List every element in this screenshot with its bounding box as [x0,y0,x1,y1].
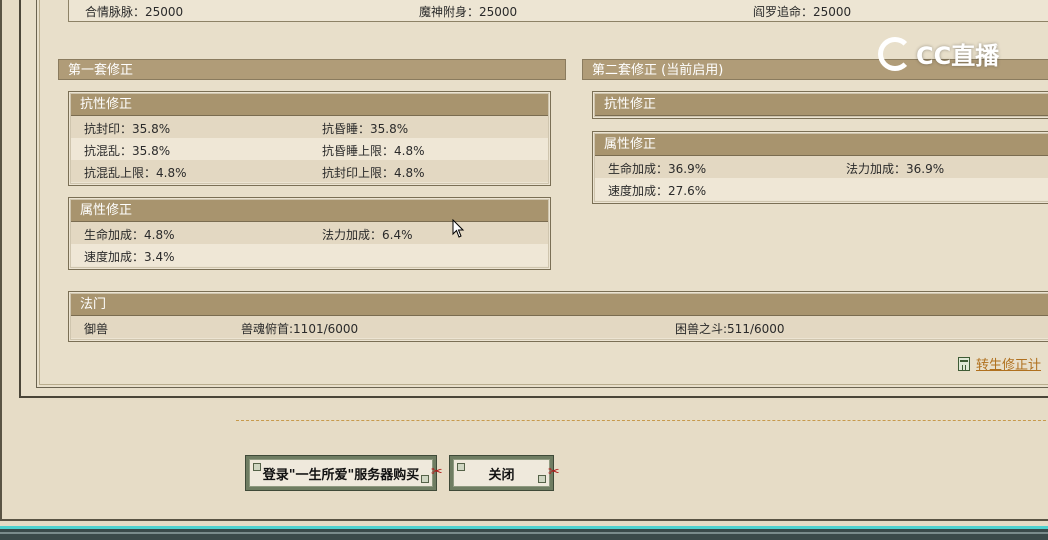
set2-attr-title: 属性修正 [595,134,1048,156]
mouse-cursor-icon [452,219,465,238]
top-skill-1: 合情脉脉：25000 [85,5,184,19]
set2-resist-title: 抗性修正 [595,94,1048,116]
divider [236,420,1048,421]
close-button[interactable]: 关闭 [449,455,554,491]
set1-attr-cell: 生命加成：4.8% [84,228,175,242]
famen-item-2: 困兽之斗:511/6000 [675,322,785,336]
calculator-icon [958,357,970,371]
set1-attr-cell: 法力加成：6.4% [322,228,413,242]
set1-attr-row: 速度加成：3.4% [71,244,548,266]
logo-text: CC直播 [916,42,1000,70]
set1-resist-row: 抗混乱：35.8% 抗昏睡上限：4.8% [71,138,548,160]
set1-resist-cell: 抗混乱：35.8% [84,144,171,158]
top-skill-row: 合情脉脉：25000 魔神附身：25000 阎罗追命：25000 [68,0,1048,22]
set2-attr-box: 属性修正 生命加成：36.9% 法力加成：36.9% 速度加成：27.6% [592,131,1048,204]
set2-attr-cell: 生命加成：36.9% [608,162,707,176]
cc-logo-icon [878,36,912,71]
set2-resist-box: 抗性修正 [592,91,1048,119]
set2-attr-row: 生命加成：36.9% 法力加成：36.9% [595,156,1048,178]
ribbon-icon: ✂ [431,464,443,480]
set1-resist-cell: 抗昏睡：35.8% [322,122,409,136]
bottom-bar [0,526,1048,540]
top-skill-2: 魔神附身：25000 [419,5,518,19]
set1-resist-cell: 抗混乱上限：4.8% [84,166,187,180]
rebirth-calc-label: 转生修正计 [976,358,1042,373]
famen-box: 法门 御兽 兽魂俯首:1101/6000 困兽之斗:511/6000 [68,291,1048,342]
set1-resist-box: 抗性修正 抗封印：35.8% 抗昏睡：35.8% 抗混乱：35.8% 抗昏睡上限… [68,91,551,186]
set1-resist-cell: 抗昏睡上限：4.8% [322,144,425,158]
famen-title: 法门 [71,294,1048,316]
set2-attr-cell: 法力加成：36.9% [846,162,945,176]
set1-attr-box: 属性修正 生命加成：4.8% 法力加成：6.4% 速度加成：3.4% [68,197,551,270]
set1-attr-cell: 速度加成：3.4% [84,250,175,264]
set2-attr-cell: 速度加成：27.6% [608,184,707,198]
famen-name: 御兽 [84,322,109,336]
buy-button[interactable]: 登录"一生所爱"服务器购买 [245,455,437,491]
top-skill-3: 阎罗追命：25000 [753,5,852,19]
buy-button-label: 登录"一生所爱"服务器购买 [249,459,433,487]
set1-resist-title: 抗性修正 [71,94,548,116]
ribbon-icon: ✂ [548,464,560,480]
set2-attr-row: 速度加成：27.6% [595,178,1048,200]
set1-resist-cell: 抗封印：35.8% [84,122,171,136]
set1-resist-row: 抗混乱上限：4.8% 抗封印上限：4.8% [71,160,548,182]
set1-attr-title: 属性修正 [71,200,548,222]
famen-item-1: 兽魂俯首:1101/6000 [241,322,359,336]
set1-header: 第一套修正 [58,59,566,80]
cc-live-logo: CC直播 [878,36,999,71]
close-button-label: 关闭 [453,459,550,487]
set1-attr-row: 生命加成：4.8% 法力加成：6.4% [71,222,548,244]
famen-row: 御兽 兽魂俯首:1101/6000 困兽之斗:511/6000 [71,316,1048,338]
set1-resist-cell: 抗封印上限：4.8% [322,166,425,180]
set1-resist-row: 抗封印：35.8% 抗昏睡：35.8% [71,116,548,138]
rebirth-calc-link[interactable]: 转生修正计 [958,354,1041,373]
